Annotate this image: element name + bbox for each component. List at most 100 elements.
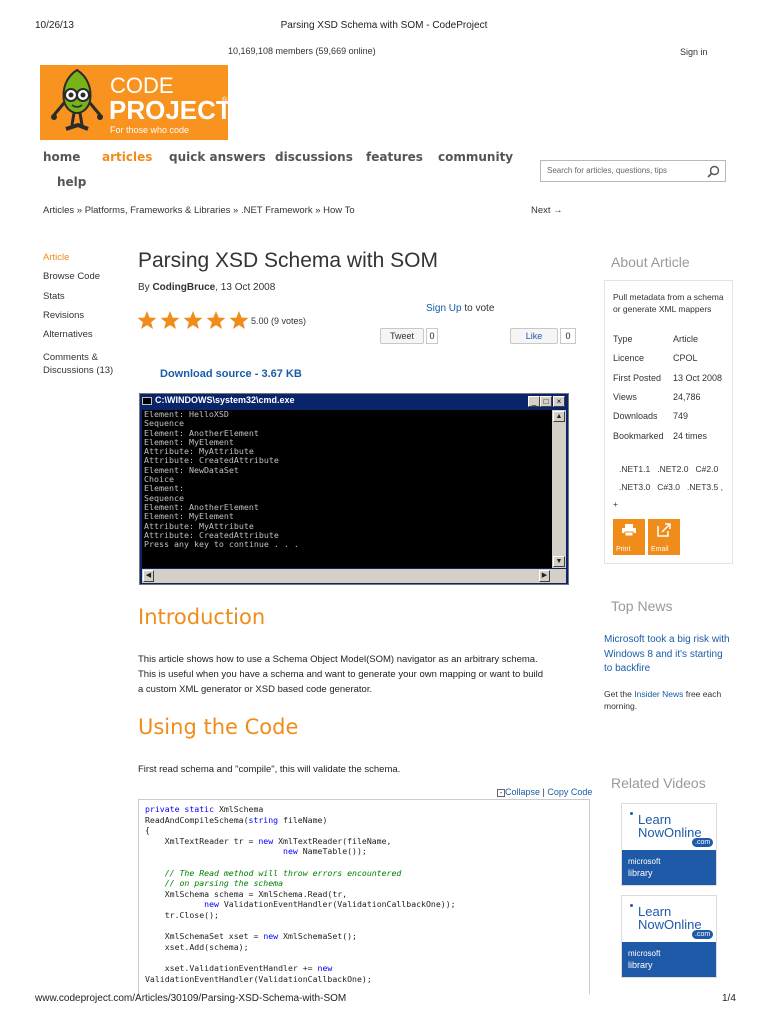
- author-link[interactable]: CodingBruce: [152, 282, 215, 293]
- type-label: Type: [613, 334, 633, 344]
- rating-stars[interactable]: [137, 310, 249, 335]
- microsoft-library-banner: microsoft library: [622, 850, 716, 885]
- cmd-horizontal-scrollbar: ◀ ▶: [142, 569, 566, 583]
- tag-list-row-1[interactable]: .NET1.1 .NET2.0 C#2.0: [619, 464, 718, 474]
- downloads-value: 749: [673, 411, 689, 421]
- registered-mark: ®: [222, 97, 228, 104]
- sign-up-link[interactable]: Sign Up: [426, 303, 462, 314]
- print-page-number: 1/4: [722, 993, 736, 1004]
- cmd-vertical-scrollbar: ▲ ▼: [552, 410, 566, 568]
- code-toolbar: - Collapse | Copy Code: [497, 787, 592, 797]
- tweet-count: 0: [426, 328, 438, 344]
- tag-list-row-2[interactable]: .NET3.0 C#3.0 .NET3.5 ,: [619, 482, 723, 492]
- star-rating-icon: [137, 311, 249, 329]
- left-menu-alternatives[interactable]: Alternatives: [43, 329, 93, 340]
- nav-community[interactable]: community: [438, 150, 513, 164]
- now-online-text: NowOnline: [638, 917, 702, 932]
- cmd-screenshot: C:\WINDOWS\system32\cmd.exe _ □ × Elemen…: [139, 393, 569, 585]
- insider-news-link[interactable]: Insider News: [634, 689, 683, 699]
- cmd-line: Element:: [144, 483, 184, 494]
- learn-now-online-logo: Learn NowOnline .com: [622, 896, 716, 942]
- left-menu-article[interactable]: Article: [43, 252, 69, 263]
- views-label: Views: [613, 392, 637, 402]
- logo-project-text: PROJECT: [109, 95, 232, 125]
- microsoft-library-banner: microsoft library: [622, 942, 716, 977]
- maximize-icon: □: [540, 396, 552, 407]
- left-menu-browse-code[interactable]: Browse Code: [43, 271, 100, 282]
- using-code-text: First read schema and "compile", this wi…: [138, 764, 401, 775]
- first-posted-value: 13 Oct 2008: [673, 373, 723, 383]
- left-menu-revisions[interactable]: Revisions: [43, 310, 84, 321]
- article-title: Parsing XSD Schema with SOM: [138, 249, 438, 272]
- insider-news-promo: Get the Insider News free each morning.: [604, 688, 734, 712]
- cmd-line: Press any key to continue . . .: [144, 539, 299, 550]
- print-title: Parsing XSD Schema with SOM - CodeProjec…: [280, 20, 488, 31]
- top-news-heading: Top News: [611, 598, 673, 614]
- share-icon: [657, 523, 671, 537]
- byline-by: By: [138, 282, 150, 293]
- now-online-text: NowOnline: [638, 825, 702, 840]
- about-article-panel: Pull metadata from a schema or generate …: [604, 280, 733, 564]
- type-value[interactable]: Article: [673, 334, 698, 344]
- rating-text: 5.00 (9 votes): [251, 316, 307, 326]
- logo-dot: [630, 904, 633, 907]
- cmd-titlebar: C:\WINDOWS\system32\cmd.exe: [142, 395, 566, 409]
- sign-in-link[interactable]: Sign in: [680, 47, 708, 57]
- email-label: Email: [651, 546, 669, 553]
- print-button[interactable]: Print: [613, 519, 645, 555]
- like-count: 0: [560, 328, 576, 344]
- print-label: Print: [616, 546, 631, 553]
- next-link[interactable]: Next →: [531, 205, 563, 216]
- using-code-heading: Using the Code: [138, 715, 299, 739]
- like-button[interactable]: Like: [510, 328, 558, 344]
- news-headline-link[interactable]: Microsoft took a big risk with Windows 8…: [604, 633, 730, 677]
- byline: By CodingBruce, 13 Oct 2008: [138, 282, 275, 293]
- logo-dot: [630, 812, 633, 815]
- intro-line: This article shows how to use a Schema O…: [138, 654, 538, 665]
- cmd-app-icon: [142, 396, 152, 405]
- logo-tagline: For those who code: [110, 125, 190, 135]
- nav-home[interactable]: home: [43, 150, 80, 164]
- microsoft-text: microsoft: [628, 857, 661, 866]
- close-icon: ×: [553, 396, 565, 407]
- first-posted-label: First Posted: [613, 373, 662, 383]
- search-input[interactable]: Search for articles, questions, tips: [540, 160, 726, 182]
- member-count: 10,169,108 members (59,669 online): [228, 46, 376, 56]
- breadcrumb[interactable]: Articles » Platforms, Frameworks & Libra…: [43, 205, 355, 216]
- copy-code-link[interactable]: Copy Code: [547, 787, 592, 797]
- related-video-thumbnail[interactable]: Learn NowOnline .com microsoft library: [621, 895, 717, 978]
- microsoft-text: microsoft: [628, 949, 661, 958]
- licence-value[interactable]: CPOL: [673, 353, 698, 363]
- tweet-button[interactable]: Tweet: [380, 328, 424, 344]
- search-icon[interactable]: [707, 165, 720, 178]
- minimize-icon: _: [528, 396, 540, 407]
- search-placeholder: Search for articles, questions, tips: [547, 166, 668, 175]
- nav-articles[interactable]: articles: [102, 150, 152, 164]
- collapse-link[interactable]: Collapse: [505, 787, 540, 797]
- intro-line: This is useful when you have a schema an…: [138, 669, 544, 680]
- nav-quick-answers[interactable]: quick answers: [169, 150, 266, 164]
- code-block: private static XmlSchema ReadAndCompileS…: [138, 799, 590, 994]
- bookmarked-value: 24 times: [673, 431, 708, 441]
- related-video-thumbnail[interactable]: Learn NowOnline .com microsoft library: [621, 803, 717, 886]
- nav-help[interactable]: help: [57, 175, 86, 189]
- left-menu-comments[interactable]: Comments &: [43, 352, 98, 363]
- nav-features[interactable]: features: [366, 150, 423, 164]
- left-menu-stats[interactable]: Stats: [43, 291, 65, 302]
- more-tags[interactable]: +: [613, 499, 618, 509]
- nav-discussions[interactable]: discussions: [275, 150, 353, 164]
- cmd-line: Element: HelloXSD: [144, 410, 229, 419]
- downloads-label: Downloads: [613, 411, 658, 421]
- download-source-link[interactable]: Download source - 3.67 KB: [160, 368, 302, 380]
- left-menu-discussions[interactable]: Discussions (13): [43, 365, 113, 376]
- vote-prompt: Sign Up to vote: [426, 303, 494, 314]
- cmd-title: C:\WINDOWS\system32\cmd.exe: [155, 395, 295, 405]
- dot-com-badge: .com: [692, 930, 714, 939]
- collapse-icon[interactable]: -: [497, 788, 505, 797]
- codeproject-logo[interactable]: CODE PROJECT ® For those who code: [40, 65, 232, 140]
- views-value: 24,786: [673, 392, 701, 402]
- email-button[interactable]: Email: [648, 519, 680, 555]
- dot-com-badge: .com: [692, 838, 714, 847]
- library-text: library: [628, 868, 653, 878]
- intro-line: a custom XML generator or XSD based code…: [138, 684, 373, 695]
